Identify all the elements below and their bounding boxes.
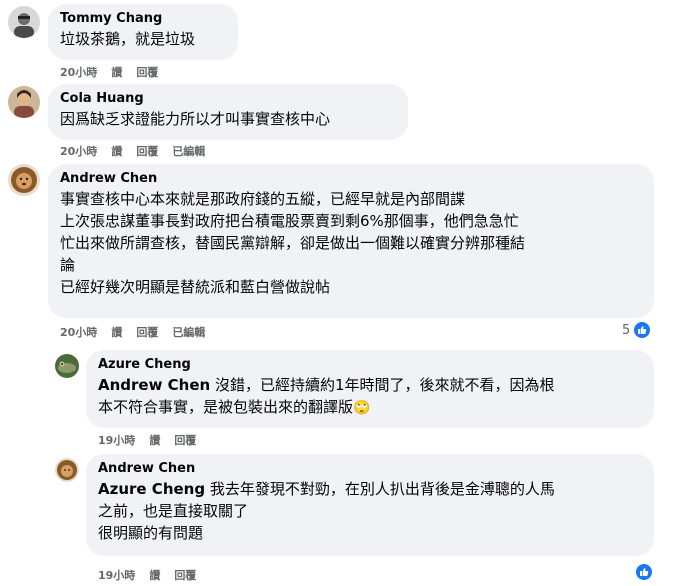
mention-link[interactable]: Azure Cheng [98, 480, 205, 498]
comment-actions: 20小時 讚 回覆 已編輯 [60, 143, 205, 159]
comment-author[interactable]: Tommy Chang [60, 10, 226, 28]
comment-author[interactable]: Andrew Chen [60, 170, 642, 188]
comment-bubble: Tommy Chang 垃圾茶鵝，就是垃圾 [48, 4, 238, 60]
reply-text-line-2: 本不符合事實，是被包裝出來的翻譯版🙄 [98, 396, 642, 419]
thumbs-up-icon [634, 322, 651, 338]
edited-label: 已編輯 [172, 145, 206, 158]
reaction-count[interactable]: 5 [622, 322, 651, 338]
comment-author[interactable]: Andrew Chen [98, 460, 642, 478]
like-button[interactable]: 讚 [149, 432, 160, 448]
reply-text: 沒錯，已經持續約1年時間了，後來就不看，因為根 [210, 376, 555, 394]
reply-text-line-2: 之前，也是直接取關了 [98, 502, 249, 520]
reply-text-line-3: 很明顯的有問題 [98, 524, 204, 542]
comment-text-line: 論 [60, 256, 76, 274]
comment-text-line: 已經好幾次明顯是替統派和藍白營做說帖 [60, 278, 331, 296]
thumbs-up-icon [636, 564, 652, 580]
comment-text: 因爲缺乏求證能力所以才叫事實查核中心 [60, 110, 331, 128]
comment-bubble: Cola Huang 因爲缺乏求證能力所以才叫事實查核中心 [48, 84, 408, 140]
like-button[interactable]: 讚 [111, 324, 122, 340]
avatar[interactable] [8, 86, 40, 118]
comment-actions: 20小時 讚 回覆 [60, 64, 158, 80]
comment-time[interactable]: 20小時 [60, 324, 97, 340]
comment-time[interactable]: 19小時 [98, 432, 135, 448]
rolling-eyes-emoji-icon: 🙄 [353, 400, 371, 416]
reply-button[interactable]: 回覆 [136, 64, 158, 80]
avatar[interactable] [55, 354, 79, 378]
reply-text: 我去年發現不對勁，在別人扒出背後是金溥聰的人馬 [205, 480, 555, 498]
like-button[interactable]: 讚 [149, 567, 160, 583]
reply-text-line-1: Andrew Chen 沒錯，已經持續約1年時間了，後來就不看，因為根 [98, 374, 642, 396]
comment-author[interactable]: Cola Huang [60, 90, 396, 108]
avatar[interactable] [55, 458, 79, 482]
avatar[interactable] [8, 6, 40, 38]
comment-text-line: 事實查核中心本來就是那政府錢的五縱，已經早就是內部間諜 [60, 190, 466, 208]
comment-time[interactable]: 19小時 [98, 567, 135, 583]
comment-actions: 20小時 讚 回覆 已編輯 [60, 324, 205, 340]
reaction-icon[interactable] [636, 564, 652, 580]
reply-button[interactable]: 回覆 [136, 324, 158, 340]
reply-button[interactable]: 回覆 [174, 567, 196, 583]
comment-text-line: 上次張忠謀董事長對政府把台積電股票賣到剩6%那個事，他們急急忙 [60, 212, 519, 230]
reply-button[interactable]: 回覆 [136, 143, 158, 159]
reply-bubble: Andrew Chen Azure Cheng 我去年發現不對勁，在別人扒出背後… [86, 454, 654, 556]
comment-author[interactable]: Azure Cheng [98, 356, 642, 374]
reply-text: 本不符合事實，是被包裝出來的翻譯版 [98, 398, 354, 416]
avatar[interactable] [8, 164, 40, 196]
comment-text: 垃圾茶鵝，就是垃圾 [60, 30, 196, 48]
like-button[interactable]: 讚 [111, 64, 122, 80]
reaction-count-number: 5 [622, 322, 631, 338]
mention-link[interactable]: Andrew Chen [98, 376, 210, 394]
reply-bubble: Azure Cheng Andrew Chen 沒錯，已經持續約1年時間了，後來… [86, 350, 654, 428]
like-button[interactable]: 讚 [111, 143, 122, 159]
reply-button[interactable]: 回覆 [174, 432, 196, 448]
comment-time[interactable]: 20小時 [60, 64, 97, 80]
reply-text-line-1: Azure Cheng 我去年發現不對勁，在別人扒出背後是金溥聰的人馬 [98, 478, 642, 500]
comment-actions: 19小時 讚 回覆 [98, 432, 196, 448]
comment-text-line: 忙出來做所謂查核，替國民黨辯解，卻是做出一個難以確實分辨那種結 [60, 234, 526, 252]
comment-bubble: Andrew Chen 事實查核中心本來就是那政府錢的五縱，已經早就是內部間諜 … [48, 164, 654, 318]
comment-actions: 19小時 讚 回覆 [98, 567, 196, 583]
edited-label: 已編輯 [172, 326, 206, 339]
comment-time[interactable]: 20小時 [60, 143, 97, 159]
